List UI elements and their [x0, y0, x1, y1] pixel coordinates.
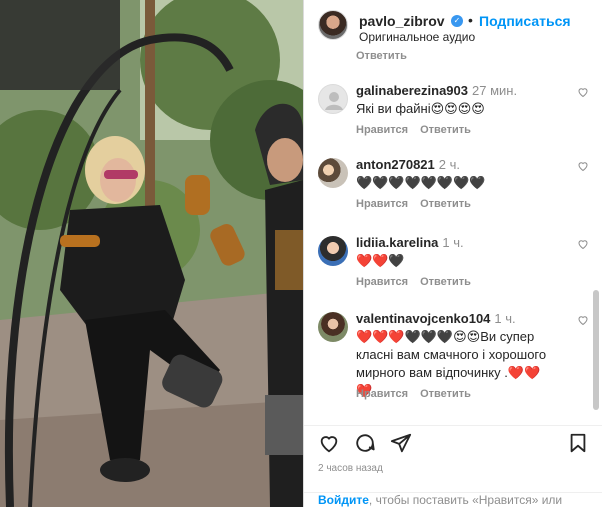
- verified-badge-icon: ✓: [451, 15, 463, 27]
- default-avatar-icon: [325, 92, 343, 110]
- comment-item: galinaberezina903 27 мин. Які ви файні😍😍😍…: [304, 82, 602, 142]
- video-frame: [0, 0, 303, 507]
- commenter-avatar[interactable]: [318, 84, 348, 114]
- post-media[interactable]: [0, 0, 303, 507]
- comment-actions: Нравится Ответить: [356, 198, 483, 210]
- post-actions-bar: [304, 425, 602, 457]
- like-comment-button[interactable]: Нравится: [356, 198, 408, 210]
- post-header: pavlo_zibrov ✓ • Подписаться Оригинально…: [304, 0, 602, 44]
- comment-time: 2 ч.: [438, 157, 460, 172]
- bookmark-icon[interactable]: [567, 432, 589, 454]
- login-link[interactable]: Войдите: [318, 493, 369, 507]
- comment-actions: Нравится Ответить: [356, 388, 483, 400]
- comments-list[interactable]: Ответить galinaberezina903 27 мин. Які ви…: [304, 44, 602, 420]
- comment-item: valentinavojcenko104 1 ч. ❤️❤️❤️🖤🖤🖤😍😍Ви с…: [304, 310, 602, 420]
- comment-text: Які ви файні😍😍😍😍: [356, 101, 485, 116]
- like-comment-button[interactable]: Нравится: [356, 276, 408, 288]
- comment-text: 🖤🖤🖤🖤🖤🖤🖤🖤: [356, 175, 486, 190]
- comment-username[interactable]: valentinavojcenko104: [356, 311, 490, 326]
- header-separator: •: [468, 12, 473, 28]
- login-prompt: Войдите, чтобы поставить «Нравится» или: [304, 492, 602, 507]
- comment-username[interactable]: anton270821: [356, 157, 435, 172]
- comment-heart-icon[interactable]: [577, 314, 589, 326]
- comment-time: 27 мин.: [472, 83, 518, 98]
- reply-button[interactable]: Ответить: [420, 388, 471, 400]
- like-comment-button[interactable]: Нравится: [356, 388, 408, 400]
- follow-button[interactable]: Подписаться: [479, 13, 571, 29]
- author-avatar[interactable]: [318, 10, 348, 40]
- comment-time: 1 ч.: [442, 235, 464, 250]
- comment-heart-icon[interactable]: [577, 238, 589, 250]
- commenter-avatar[interactable]: [318, 312, 348, 342]
- audio-label[interactable]: Оригинальное аудио: [359, 30, 475, 44]
- comment-username[interactable]: galinaberezina903: [356, 83, 468, 98]
- author-username[interactable]: pavlo_zibrov: [359, 13, 445, 29]
- commenter-avatar[interactable]: [318, 158, 348, 188]
- comment-heart-icon[interactable]: [577, 160, 589, 172]
- heart-icon[interactable]: [318, 432, 340, 454]
- like-comment-button[interactable]: Нравится: [356, 124, 408, 136]
- comment-time: 1 ч.: [494, 311, 516, 326]
- reply-button[interactable]: Ответить: [420, 124, 471, 136]
- reply-button[interactable]: Ответить: [356, 50, 407, 62]
- comment-icon[interactable]: [354, 432, 376, 454]
- comment-actions: Нравится Ответить: [356, 276, 483, 288]
- post-timestamp: 2 часов назад: [318, 463, 383, 474]
- reply-button[interactable]: Ответить: [420, 276, 471, 288]
- login-prompt-text: , чтобы поставить «Нравится» или: [368, 493, 563, 507]
- comment-username[interactable]: lidiia.karelina: [356, 235, 438, 250]
- comment-item: lidiia.karelina 1 ч. ❤️❤️🖤 Нравится Ответи…: [304, 234, 602, 294]
- comment-heart-icon[interactable]: [577, 86, 589, 98]
- comment-actions: Нравится Ответить: [356, 124, 483, 136]
- share-icon[interactable]: [390, 432, 412, 454]
- reply-button[interactable]: Ответить: [420, 198, 471, 210]
- comment-item: anton270821 2 ч. 🖤🖤🖤🖤🖤🖤🖤🖤 Нравится Ответит…: [304, 156, 602, 216]
- comment-text: ❤️❤️🖤: [356, 253, 405, 268]
- comments-scrollbar[interactable]: [593, 290, 599, 410]
- commenter-avatar[interactable]: [318, 236, 348, 266]
- post-side-panel: pavlo_zibrov ✓ • Подписаться Оригинально…: [303, 0, 602, 507]
